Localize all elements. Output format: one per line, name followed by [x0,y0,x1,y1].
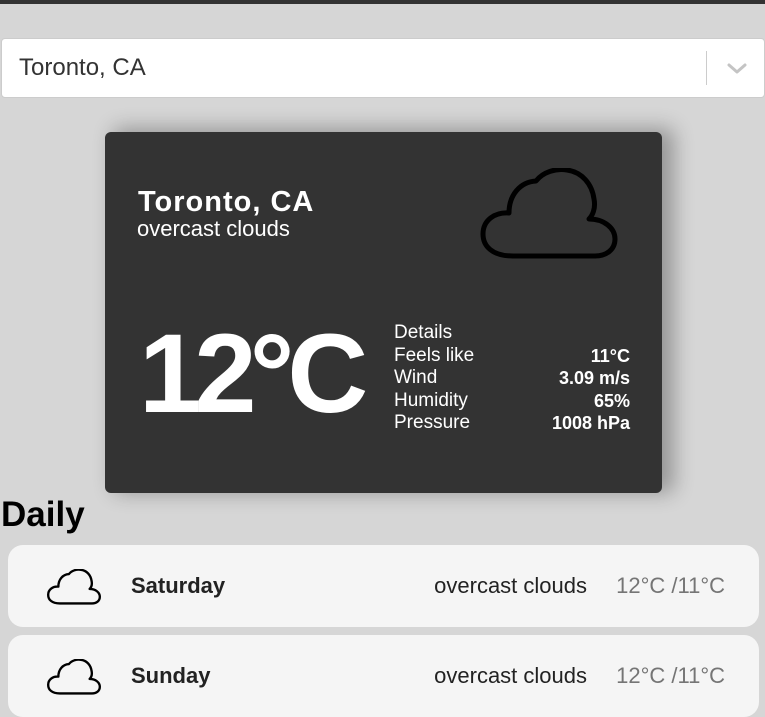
detail-row-pressure: Pressure 1008 hPa [394,412,630,435]
detail-label: Wind [394,367,438,388]
day-name: Sunday [131,663,211,688]
daily-item-sunday[interactable]: Sunday overcast clouds 12°C /11°C [8,635,759,717]
cloud-icon [480,168,618,259]
current-weather-card: Toronto, CA overcast clouds 12°C Details… [105,132,662,493]
day-name: Saturday [131,573,226,598]
search-input[interactable]: Toronto, CA [19,39,146,97]
day-description: overcast clouds [434,573,587,598]
details-header: Details [394,322,630,345]
city-search-select[interactable]: Toronto, CA [1,38,765,98]
daily-item-saturday[interactable]: Saturday overcast clouds 12°C /11°C [8,545,759,627]
day-temperature-range: 12°C /11°C [616,663,725,688]
detail-label: Humidity [394,389,468,411]
daily-heading: Daily [1,495,85,534]
city-name: Toronto, CA [138,186,315,218]
details-title: Details [394,322,453,343]
detail-row-humidity: Humidity 65% [394,390,630,413]
current-temperature: 12°C [139,311,368,436]
cloud-icon [47,659,101,695]
detail-value: 1008 hPa [551,413,630,433]
detail-value: 11°C [590,345,630,366]
details-panel: Details Feels like 11°C Wind 3.09 m/s Hu… [394,322,630,435]
detail-row-feels-like: Feels like 11°C [394,345,630,368]
day-description: overcast clouds [434,663,587,688]
detail-label: Feels like [394,344,475,366]
cloud-icon [47,569,101,605]
day-temperature-range: 12°C /11°C [616,573,725,598]
dropdown-separator [706,51,707,85]
top-border [0,0,765,4]
chevron-down-icon[interactable] [724,58,750,78]
detail-row-wind: Wind 3.09 m/s [394,367,630,390]
weather-description: overcast clouds [137,216,290,241]
detail-value: 65% [593,390,630,411]
detail-value: 3.09 m/s [558,368,630,388]
detail-label: Pressure [394,412,471,433]
